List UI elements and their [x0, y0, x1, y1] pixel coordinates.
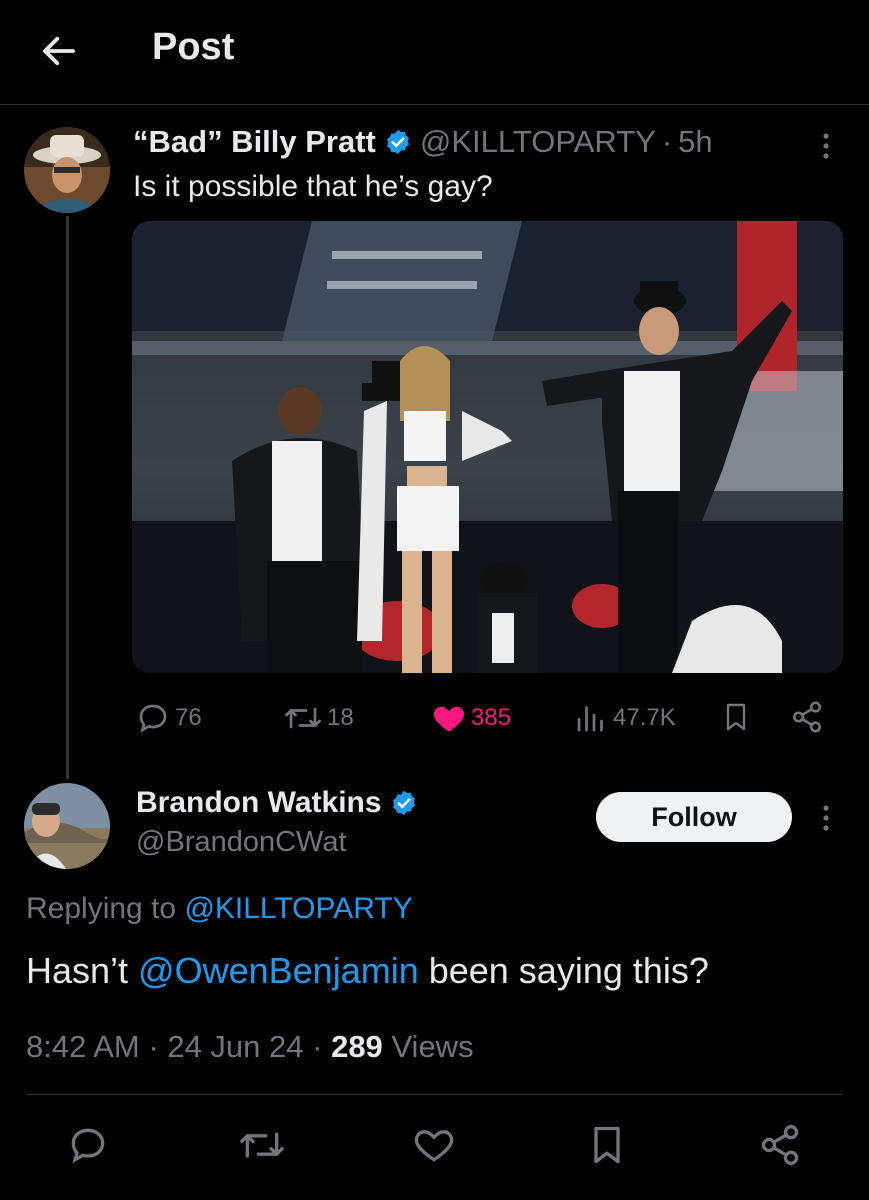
- separator-dot: ·: [661, 124, 673, 159]
- verified-badge-icon: [392, 790, 415, 816]
- repost-icon: [285, 707, 321, 729]
- reply-date[interactable]: 24 Jun 24: [167, 1029, 303, 1064]
- like-button[interactable]: 385: [431, 700, 511, 736]
- header-divider: [0, 104, 869, 105]
- verified-badge-icon: [386, 129, 409, 155]
- reply-author-handle[interactable]: @BrandonCWat: [136, 826, 347, 859]
- reply-text-after: been saying this?: [418, 950, 709, 991]
- views-chart-icon: [577, 706, 603, 732]
- actions-divider: [26, 1094, 843, 1095]
- reply-meta: 8:42 AM · 24 Jun 24 · 289 Views: [26, 1029, 474, 1065]
- separator-dot: ·: [148, 1029, 159, 1064]
- replying-to-mention[interactable]: @KILLTOPARTY: [184, 892, 412, 925]
- tweet-header: “Bad” Billy Pratt @KILLTOPARTY · 5h: [133, 124, 713, 160]
- reply-mention[interactable]: @OwenBenjamin: [138, 950, 419, 991]
- reply-text-before: Hasn’t: [26, 950, 139, 991]
- page-title: Post: [152, 26, 235, 68]
- more-icon: [823, 133, 829, 159]
- bookmark-icon: [726, 703, 746, 731]
- separator-dot: ·: [312, 1029, 323, 1064]
- tweet-time[interactable]: 5h: [678, 124, 712, 160]
- share-button[interactable]: [758, 1123, 802, 1167]
- like-count: 385: [471, 704, 512, 731]
- reply-views-count: 289: [331, 1029, 383, 1064]
- share-icon: [761, 1125, 799, 1165]
- more-options-button[interactable]: [812, 800, 840, 836]
- views-count: 47.7K: [613, 704, 676, 731]
- share-button[interactable]: [790, 700, 828, 734]
- reply-author-name-row: Brandon Watkins: [136, 786, 426, 820]
- avatar[interactable]: [24, 783, 110, 869]
- author-name[interactable]: “Bad” Billy Pratt: [133, 124, 376, 160]
- repost-count: 18: [327, 704, 354, 731]
- repost-button[interactable]: 18: [283, 700, 354, 736]
- replying-prefix: Replying to: [26, 892, 177, 925]
- more-icon: [823, 805, 829, 831]
- author-handle[interactable]: @KILLTOPARTY: [420, 124, 656, 160]
- like-button[interactable]: [412, 1123, 456, 1167]
- repost-icon: [240, 1132, 284, 1158]
- reply-time[interactable]: 8:42 AM: [26, 1029, 140, 1064]
- thread-line: [66, 216, 69, 779]
- arrow-left-icon: [43, 36, 75, 66]
- tweet-text: Is it possible that he’s gay?: [133, 170, 493, 203]
- reply-button[interactable]: [66, 1123, 110, 1167]
- heart-icon: [414, 1130, 454, 1162]
- bookmark-button[interactable]: [720, 700, 756, 734]
- replying-to-line: Replying to @KILLTOPARTY: [26, 892, 413, 926]
- reply-icon: [71, 1128, 105, 1164]
- reply-author-name[interactable]: Brandon Watkins: [136, 786, 382, 820]
- share-icon: [792, 701, 822, 733]
- reply-text: Hasn’t @OwenBenjamin been saying this?: [26, 950, 709, 992]
- more-options-button[interactable]: [812, 128, 840, 164]
- avatar[interactable]: [24, 127, 110, 213]
- reply-icon: [139, 704, 167, 733]
- heart-filled-icon: [433, 706, 465, 732]
- bookmark-button[interactable]: [585, 1123, 629, 1167]
- reply-views-label: Views: [391, 1029, 474, 1064]
- views-button[interactable]: 47.7K: [573, 700, 676, 736]
- repost-button[interactable]: [238, 1123, 284, 1167]
- tweet-media-image[interactable]: [132, 221, 843, 673]
- reply-count: 76: [175, 704, 202, 731]
- reply-button[interactable]: 76: [135, 700, 202, 736]
- bookmark-icon: [594, 1126, 620, 1164]
- back-button[interactable]: [38, 30, 80, 72]
- follow-button[interactable]: Follow: [596, 792, 792, 842]
